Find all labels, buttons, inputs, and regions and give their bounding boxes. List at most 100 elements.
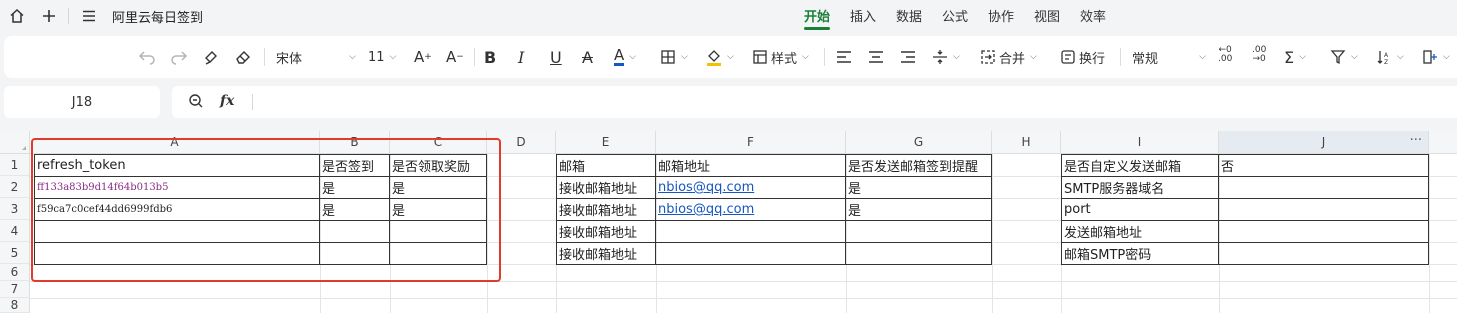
cell-i4[interactable]: 发送邮箱地址 — [1062, 221, 1218, 242]
font-color-icon[interactable]: A ⌵ — [614, 46, 636, 68]
chevron-down-icon: ⌵ — [681, 52, 688, 62]
redo-icon[interactable] — [170, 46, 188, 68]
cell-border — [556, 264, 992, 265]
document-title[interactable]: 阿里云每日签到 — [112, 7, 203, 26]
autosum-icon[interactable]: Σ ⌵ — [1284, 46, 1306, 68]
row-header-7[interactable]: 7 — [0, 281, 30, 298]
row-header-1[interactable]: 1 — [0, 154, 30, 176]
column-header-j-label: J — [1321, 135, 1326, 149]
row-header-6[interactable]: 6 — [0, 264, 30, 281]
column-header-g[interactable]: G — [846, 131, 992, 154]
wrap-label: 换行 — [1079, 51, 1106, 67]
tab-view[interactable]: 视图 — [1034, 6, 1060, 25]
cell-e5[interactable]: 接收邮箱地址 — [557, 243, 655, 264]
strikethrough-icon[interactable]: A — [582, 46, 593, 68]
cell-f3-email-link[interactable]: nbios@qq.com — [656, 199, 845, 220]
column-header-f[interactable]: F — [656, 131, 846, 154]
divider — [264, 48, 265, 66]
chevron-down-icon: ⌵ — [727, 52, 734, 62]
tab-collaborate[interactable]: 协作 — [988, 6, 1014, 25]
insert-cells-icon[interactable]: ⌵ — [1422, 46, 1450, 68]
bold-icon[interactable]: B — [484, 46, 496, 68]
chevron-down-icon: ⌵ — [1443, 52, 1450, 62]
chevron-down-icon: ⌵ — [1199, 52, 1206, 62]
format-painter-icon[interactable] — [202, 46, 220, 68]
eraser-icon[interactable] — [234, 46, 252, 68]
tab-formula[interactable]: 公式 — [942, 6, 968, 25]
column-header-h[interactable]: H — [992, 131, 1061, 154]
italic-icon[interactable]: I — [518, 46, 524, 68]
cell-name-box[interactable]: J18 — [4, 86, 160, 118]
column-header-j[interactable]: J ··· — [1219, 131, 1429, 154]
align-left-icon[interactable] — [836, 46, 852, 68]
cell-i1[interactable]: 是否自定义发送邮箱 — [1062, 155, 1218, 176]
tab-efficiency[interactable]: 效率 — [1080, 6, 1106, 25]
more-options-icon[interactable]: ··· — [1410, 133, 1422, 148]
cell-e4[interactable]: 接收邮箱地址 — [557, 221, 655, 242]
cell-j1[interactable]: 否 — [1219, 155, 1428, 176]
cell-style-button[interactable]: 样式 ⌵ — [752, 46, 809, 68]
title-bar: 阿里云每日签到 开始 插入 数据 公式 协作 视图 效率 — [0, 0, 1457, 32]
cell-i2[interactable]: SMTP服务器域名 — [1062, 177, 1218, 198]
decrease-font-icon[interactable]: A − — [446, 46, 464, 68]
underline-icon[interactable]: U — [550, 46, 562, 68]
align-right-icon[interactable] — [900, 46, 916, 68]
borders-icon[interactable]: ⌵ — [660, 46, 688, 68]
tab-home[interactable]: 开始 — [804, 6, 830, 25]
cell-g1[interactable]: 是否发送邮箱签到提醒 — [846, 155, 991, 176]
cell-i3[interactable]: port — [1062, 199, 1218, 220]
increase-decimal-icon[interactable]: ←0.00 — [1218, 46, 1232, 68]
row-header-2[interactable]: 2 — [0, 176, 30, 198]
merge-cells-button[interactable]: 合并 ⌵ — [980, 46, 1037, 68]
cell-style-label: 样式 — [771, 51, 798, 67]
font-size-select[interactable]: 11 ⌵ — [368, 46, 396, 68]
vertical-align-icon[interactable]: ⌵ — [932, 46, 960, 68]
row-header-3[interactable]: 3 — [0, 198, 30, 220]
cell-g3[interactable]: 是 — [846, 199, 991, 220]
cell-e2[interactable]: 接收邮箱地址 — [557, 177, 655, 198]
sort-icon[interactable]: AZ ⌵ — [1376, 46, 1404, 68]
gridline — [30, 298, 1457, 299]
tab-data[interactable]: 数据 — [896, 6, 922, 25]
font-family-value: 宋体 — [276, 51, 303, 67]
cell-e3[interactable]: 接收邮箱地址 — [557, 199, 655, 220]
gridline — [1219, 154, 1220, 313]
font-family-select[interactable]: 宋体 ⌵ — [276, 46, 356, 68]
gridline — [992, 154, 993, 313]
column-header-i[interactable]: I — [1061, 131, 1219, 154]
row-header-5[interactable]: 5 — [0, 242, 30, 264]
chevron-down-icon: ⌵ — [389, 52, 397, 62]
decrease-decimal-icon[interactable]: .00 →0 — [1252, 46, 1266, 68]
cell-f2-email-link[interactable]: nbios@qq.com — [656, 177, 845, 198]
filter-icon[interactable]: ⌵ — [1330, 46, 1358, 68]
fx-icon[interactable]: fx — [220, 93, 234, 109]
row-header-8[interactable]: 8 — [0, 298, 30, 313]
number-format-select[interactable]: 常规 ⌵ — [1132, 46, 1206, 68]
cell-i5[interactable]: 邮箱SMTP密码 — [1062, 243, 1218, 264]
row-header-4[interactable]: 4 — [0, 220, 30, 242]
zoom-search-icon[interactable] — [188, 93, 204, 113]
select-all-corner[interactable] — [0, 131, 30, 154]
chevron-down-icon: ⌵ — [1299, 52, 1306, 62]
divider — [68, 8, 69, 24]
new-tab-plus-icon[interactable] — [38, 5, 60, 27]
undo-icon[interactable] — [138, 46, 156, 68]
increase-font-icon[interactable]: A + — [414, 46, 432, 68]
cell-g2[interactable]: 是 — [846, 177, 991, 198]
tab-insert[interactable]: 插入 — [850, 6, 876, 25]
wrap-text-button[interactable]: 换行 — [1060, 46, 1105, 68]
home-icon[interactable] — [6, 5, 28, 27]
highlight-box — [31, 138, 501, 282]
column-header-e[interactable]: E — [556, 131, 656, 154]
divider — [824, 48, 825, 66]
fill-color-icon[interactable]: ⌵ — [706, 46, 734, 68]
column-header-blank — [1429, 131, 1457, 154]
cell-f1[interactable]: 邮箱地址 — [656, 155, 845, 176]
cell-e1[interactable]: 邮箱 — [557, 155, 655, 176]
align-center-icon[interactable] — [868, 46, 884, 68]
chevron-down-icon: ⌵ — [953, 52, 960, 62]
divider — [1120, 48, 1121, 66]
formula-bar[interactable]: fx — [172, 86, 1457, 118]
chevron-down-icon: ⌵ — [349, 52, 356, 62]
menu-icon[interactable] — [78, 5, 100, 27]
